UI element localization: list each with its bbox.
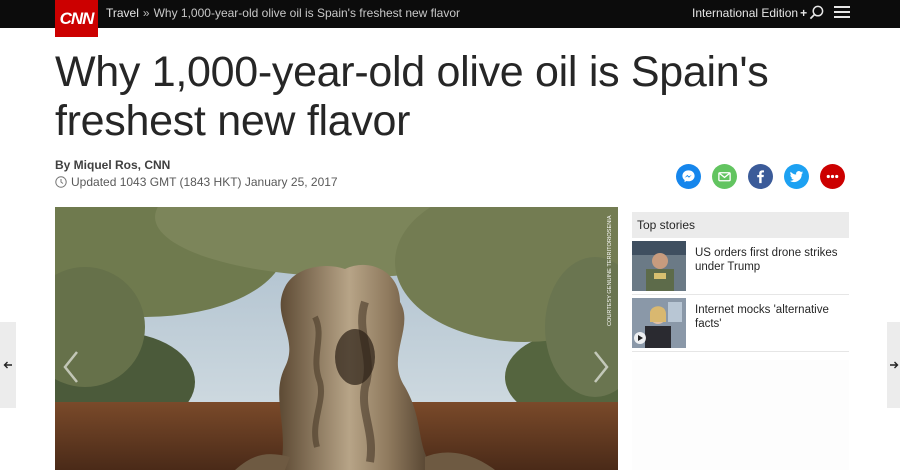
prev-article-button[interactable] [0, 322, 16, 408]
hero-image[interactable] [55, 207, 618, 470]
story-thumbnail[interactable] [632, 298, 686, 348]
next-article-button[interactable] [887, 322, 900, 408]
twitter-icon [789, 171, 804, 183]
story-title[interactable]: Internet mocks 'alternative facts' [695, 303, 845, 331]
image-credit: COURTESY GENUINE TERRITORIOSENIA [607, 215, 613, 326]
svg-text:COURTESY GENUINE TERRITORIOSEN: COURTESY GENUINE TERRITORIOSENIA [607, 215, 613, 326]
email-icon [718, 172, 731, 182]
gallery-image [55, 207, 618, 470]
share-twitter-button[interactable] [784, 164, 809, 189]
top-stories-title: Top stories [632, 212, 849, 238]
story-item[interactable]: US orders first drone strikes under Trum… [632, 238, 849, 295]
search-icon[interactable] [809, 5, 824, 20]
more-icon [826, 174, 839, 179]
top-stories-panel: Top stories US orders first drone strike… [632, 212, 849, 352]
arrow-right-icon [889, 361, 898, 369]
story-title[interactable]: US orders first drone strikes under Trum… [695, 246, 845, 274]
story-item[interactable]: Internet mocks 'alternative facts' [632, 295, 849, 352]
updated-timestamp: Updated 1043 GMT (1843 HKT) January 25, … [71, 175, 338, 189]
edition-label: International Edition [692, 6, 799, 20]
edition-selector[interactable]: International Edition + [692, 6, 807, 20]
story-thumbnail[interactable] [632, 241, 686, 291]
breadcrumb-current: Why 1,000-year-old olive oil is Spain's … [153, 6, 461, 20]
breadcrumb: Travel» Why 1,000-year-old olive oil is S… [106, 6, 460, 20]
hamburger-menu-icon[interactable] [834, 6, 850, 20]
share-email-button[interactable] [712, 164, 737, 189]
share-messenger-button[interactable] [676, 164, 701, 189]
messenger-icon [682, 170, 695, 183]
edition-plus-icon: + [800, 6, 808, 20]
article-byline: By Miquel Ros, CNN [55, 158, 171, 172]
breadcrumb-separator: » [142, 6, 150, 20]
facebook-icon [757, 170, 764, 184]
share-facebook-button[interactable] [748, 164, 773, 189]
article-headline: Why 1,000-year-old olive oil is Spain's … [55, 48, 769, 145]
breadcrumb-section-link[interactable]: Travel [106, 6, 139, 20]
ad-placeholder [632, 360, 849, 470]
cnn-logo[interactable]: CNN [55, 0, 98, 37]
article-updated: Updated 1043 GMT (1843 HKT) January 25, … [55, 175, 338, 189]
clock-icon [55, 176, 67, 188]
arrow-left-icon [3, 361, 12, 369]
share-more-button[interactable] [820, 164, 845, 189]
